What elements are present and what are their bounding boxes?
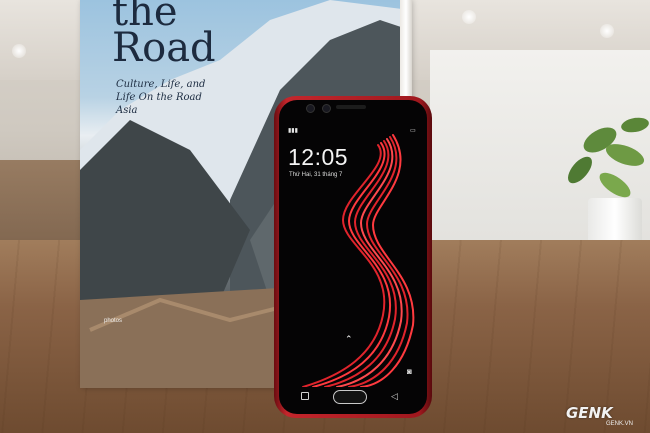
ceiling-light	[462, 10, 476, 24]
book-credit: photos	[104, 318, 123, 324]
book-subtitle: Culture, Life, and Life On the Road Asia	[116, 79, 206, 116]
front-camera-icon	[322, 104, 331, 113]
status-bar-left: ▮▮▮	[288, 128, 298, 134]
plant-pot	[588, 198, 642, 246]
back-icon[interactable]: ◁	[391, 391, 398, 402]
camera-icon[interactable]: ◙	[407, 367, 412, 376]
ceiling-light	[12, 44, 26, 58]
home-button[interactable]	[333, 390, 367, 404]
book-title: the Road	[112, 0, 216, 71]
battery-icon: ▭	[410, 128, 416, 134]
watermark-brand: GENK	[566, 404, 613, 422]
chevron-up-icon[interactable]: ⌃	[345, 334, 353, 345]
photo-scene: the Road Culture, Life, and Life On the …	[0, 0, 650, 433]
clock-date: Thứ Hai, 31 tháng 7	[289, 172, 343, 178]
earpiece	[336, 105, 366, 109]
front-camera-icon	[306, 104, 315, 113]
recent-apps-icon[interactable]	[301, 392, 309, 400]
ceiling-light	[600, 24, 614, 38]
watermark-domain: GENK.VN	[606, 421, 634, 427]
clock-time: 12:05	[288, 144, 349, 170]
